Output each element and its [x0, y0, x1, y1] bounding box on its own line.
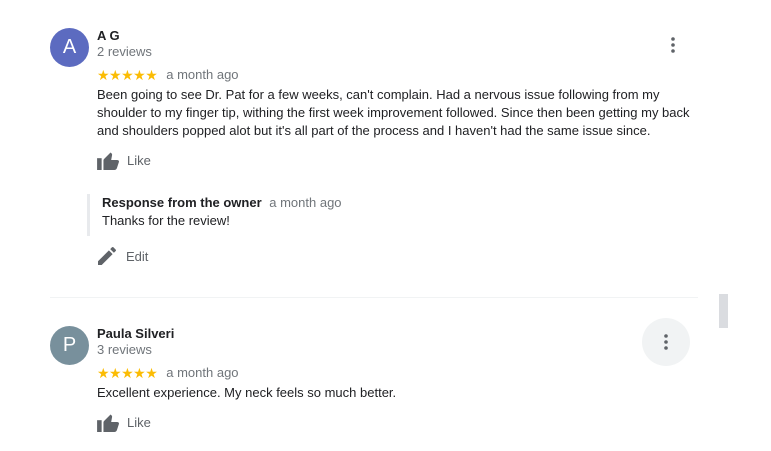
avatar[interactable]: P	[50, 326, 89, 365]
like-label: Like	[127, 414, 151, 430]
star-rating: ★★★★★	[97, 67, 158, 83]
scrollbar-thumb[interactable]	[719, 294, 728, 328]
owner-response: Response from the owner a month ago Than…	[87, 194, 342, 236]
edit-response-button[interactable]: Edit	[97, 246, 148, 266]
reviewer-review-count: 2 reviews	[97, 44, 152, 59]
review-text: Excellent experience. My neck feels so m…	[97, 385, 397, 400]
owner-response-text: Thanks for the review!	[102, 213, 230, 228]
more-vert-icon	[671, 37, 675, 53]
more-options-button[interactable]	[656, 30, 690, 60]
review-divider	[50, 297, 698, 298]
thumb-up-icon	[97, 152, 119, 170]
like-label: Like	[127, 152, 151, 168]
pencil-icon	[98, 247, 116, 265]
rating-row: ★★★★★ a month ago	[97, 66, 239, 84]
rating-row: ★★★★★ a month ago	[97, 364, 239, 382]
owner-response-title: Response from the owner	[102, 195, 262, 210]
reviewer-name[interactable]: A G	[97, 28, 120, 44]
more-vert-icon	[664, 334, 668, 350]
thumb-up-icon	[97, 414, 119, 432]
review-date: a month ago	[166, 365, 239, 380]
star-rating: ★★★★★	[97, 365, 158, 381]
like-button[interactable]: Like	[97, 150, 151, 170]
reviews-page: A A G 2 reviews ★★★★★ a month ago Been g…	[0, 0, 771, 451]
like-button[interactable]: Like	[97, 412, 151, 432]
avatar-letter: A	[62, 36, 77, 58]
avatar[interactable]: A	[50, 28, 89, 67]
edit-label: Edit	[126, 248, 149, 264]
owner-response-header: Response from the owner a month ago	[102, 194, 342, 212]
review-date: a month ago	[166, 67, 239, 82]
reviewer-name[interactable]: Paula Silveri	[97, 326, 174, 342]
more-options-button[interactable]	[642, 318, 690, 366]
reviewer-review-count: 3 reviews	[97, 342, 152, 357]
review-text: Been going to see Dr. Pat for a few week…	[97, 87, 690, 138]
avatar-letter: P	[62, 334, 77, 356]
owner-response-date: a month ago	[269, 195, 342, 210]
